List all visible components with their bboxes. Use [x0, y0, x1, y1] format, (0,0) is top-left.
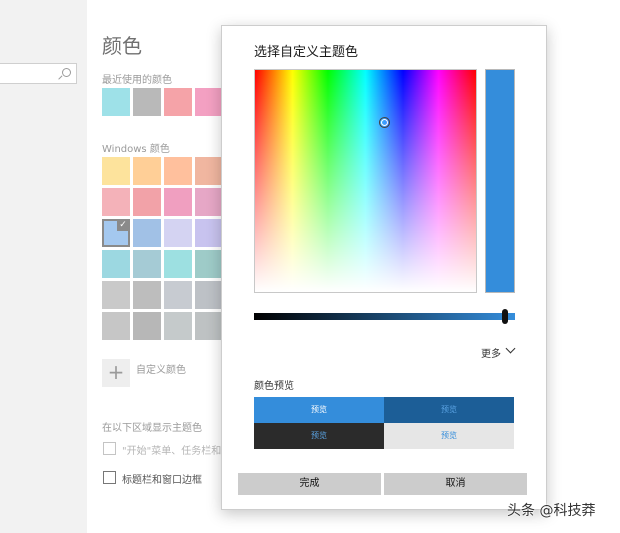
windows-color-swatch[interactable] [102, 188, 130, 216]
windows-color-swatch[interactable] [133, 188, 161, 216]
windows-color-swatch[interactable] [164, 312, 192, 340]
custom-accent-color-dialog: 选择自定义主题色 更多 颜色预览 预览 预览 预览 预览 完成 取消 [221, 25, 547, 510]
windows-color-swatch[interactable] [195, 250, 223, 278]
search-icon[interactable] [62, 68, 71, 77]
windows-color-swatch[interactable] [133, 281, 161, 309]
done-button[interactable]: 完成 [238, 473, 381, 495]
windows-color-swatch[interactable] [133, 157, 161, 185]
chevron-down-icon[interactable] [505, 343, 516, 354]
recent-color-swatch[interactable] [102, 88, 130, 116]
color-preview-heading: 颜色预览 [254, 381, 294, 392]
color-spectrum-picker[interactable] [254, 69, 477, 293]
preview-tile-dark-mode: 预览 [254, 423, 384, 449]
left-navigation-pane [0, 0, 87, 533]
windows-colors-label: Windows 颜色 [102, 144, 170, 155]
windows-color-swatch[interactable] [164, 250, 192, 278]
windows-color-swatch[interactable] [164, 188, 192, 216]
windows-color-swatch[interactable] [164, 219, 192, 247]
add-custom-color-button[interactable]: + [102, 359, 130, 387]
windows-color-swatch[interactable]: ✓ [102, 219, 130, 247]
preview-tile-light-mode: 预览 [384, 423, 514, 449]
recent-colors-label: 最近使用的颜色 [102, 75, 172, 86]
color-picker-cursor[interactable] [378, 117, 390, 129]
page-title: 颜色 [102, 34, 142, 58]
recent-color-swatch[interactable] [195, 88, 223, 116]
windows-color-swatch[interactable] [102, 312, 130, 340]
windows-color-swatch[interactable] [195, 157, 223, 185]
windows-color-swatch[interactable] [195, 188, 223, 216]
cancel-button[interactable]: 取消 [384, 473, 527, 495]
dialog-title: 选择自定义主题色 [254, 45, 359, 60]
windows-color-swatch[interactable] [102, 157, 130, 185]
preview-tile-accent: 预览 [254, 397, 384, 423]
windows-color-swatch[interactable] [133, 219, 161, 247]
title-bar-label: 标题栏和窗口边框 [122, 475, 202, 486]
selected-color-preview [485, 69, 515, 293]
windows-color-swatch[interactable] [195, 281, 223, 309]
custom-color-label[interactable]: 自定义颜色 [136, 361, 186, 376]
preview-tile-dark-accent: 预览 [384, 397, 514, 423]
more-options-link[interactable]: 更多 [481, 345, 501, 360]
windows-color-swatch[interactable] [133, 250, 161, 278]
start-taskbar-checkbox[interactable] [103, 442, 116, 455]
search-input[interactable] [0, 63, 77, 84]
windows-color-swatch[interactable] [164, 157, 192, 185]
windows-color-swatch[interactable] [164, 281, 192, 309]
windows-color-swatch[interactable] [195, 312, 223, 340]
show-accent-label: 在以下区域显示主题色 [102, 423, 202, 434]
windows-color-swatch[interactable] [133, 312, 161, 340]
checkmark-icon: ✓ [117, 220, 129, 231]
brightness-slider[interactable] [254, 309, 515, 324]
brightness-slider-thumb[interactable] [501, 309, 508, 324]
windows-color-swatch[interactable] [102, 281, 130, 309]
windows-color-swatch[interactable] [102, 250, 130, 278]
start-taskbar-label: "开始"菜单、任务栏和操 [122, 446, 232, 457]
watermark-text: 头条 @科技莽 [507, 503, 596, 519]
recent-color-swatch[interactable] [133, 88, 161, 116]
title-bar-checkbox[interactable] [103, 471, 116, 484]
windows-color-swatch[interactable] [195, 219, 223, 247]
recent-color-swatch[interactable] [164, 88, 192, 116]
